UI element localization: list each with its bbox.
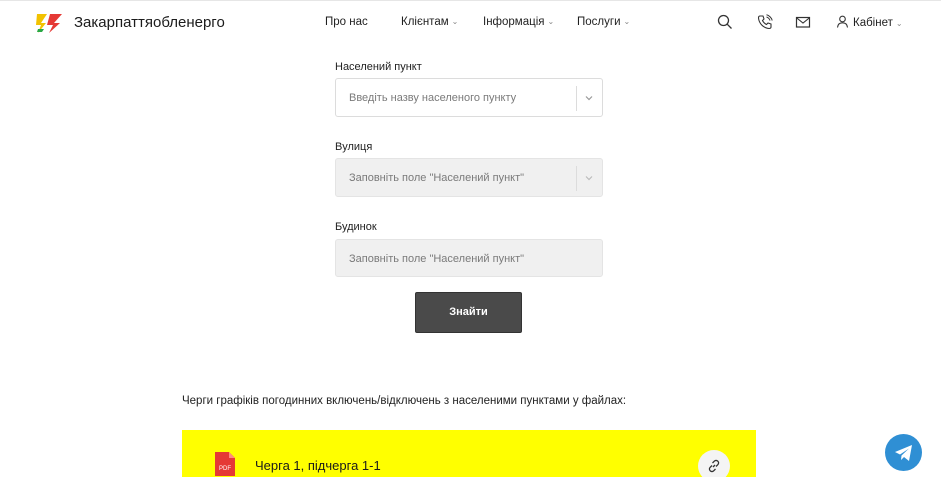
select-divider [576,166,577,191]
nav-services-label: Послуги [577,16,621,28]
search-icon[interactable] [717,14,733,30]
street-select[interactable]: Заповніть поле "Населений пункт" [335,158,603,197]
mail-icon[interactable] [795,14,811,30]
house-input[interactable]: Заповніть поле "Населений пункт" [335,239,603,277]
user-icon [836,15,849,28]
svg-text:PDF: PDF [219,466,231,472]
link-icon [708,459,720,473]
street-placeholder: Заповніть поле "Населений пункт" [349,172,525,184]
nav-services[interactable]: Послуги ⌄ [577,16,630,28]
file-card[interactable]: PDF Черга 1, підчерга 1-1 [182,430,756,477]
telegram-button[interactable] [885,434,922,471]
pdf-icon: PDF [214,451,236,477]
nav-about-label: Про нас [325,16,368,28]
house-placeholder: Заповніть поле "Населений пункт" [349,253,525,265]
settlement-placeholder: Введіть назву населеного пункту [349,92,517,104]
cabinet-label: Кабінет [853,17,893,29]
link-button[interactable] [698,450,730,477]
select-divider [576,86,577,111]
chevron-down-icon[interactable] [584,93,594,103]
logo-icon[interactable] [35,10,65,36]
settlement-label: Населений пункт [335,61,422,73]
house-label: Будинок [335,221,377,233]
chevron-down-icon: ⌄ [623,17,631,26]
nav-clients-label: Клієнтам [401,16,449,28]
phone-icon[interactable] [757,14,773,30]
settlement-select[interactable]: Введіть назву населеного пункту [335,78,603,117]
nav-information-label: Інформація [483,16,545,28]
files-description: Черги графіків погодинних включень/відкл… [182,395,627,407]
file-title[interactable]: Черга 1, підчерга 1-1 [255,458,381,473]
brand-name[interactable]: Закарпаттяобленерго [74,14,225,31]
chevron-down-icon[interactable] [584,173,594,183]
nav-information[interactable]: Інформація ⌄ [483,16,554,28]
site-header: Закарпаттяобленерго Про нас Клієнтам ⌄ Ін… [0,0,941,44]
cabinet-menu[interactable]: Кабінет ⌄ [836,15,903,29]
telegram-icon [895,445,912,461]
find-button[interactable]: Знайти [415,292,522,333]
chevron-down-icon: ⌄ [895,19,903,28]
nav-about[interactable]: Про нас [325,16,368,28]
nav-clients[interactable]: Клієнтам ⌄ [401,16,458,28]
street-label: Вулиця [335,141,373,153]
chevron-down-icon: ⌄ [451,17,459,26]
chevron-down-icon: ⌄ [547,17,555,26]
